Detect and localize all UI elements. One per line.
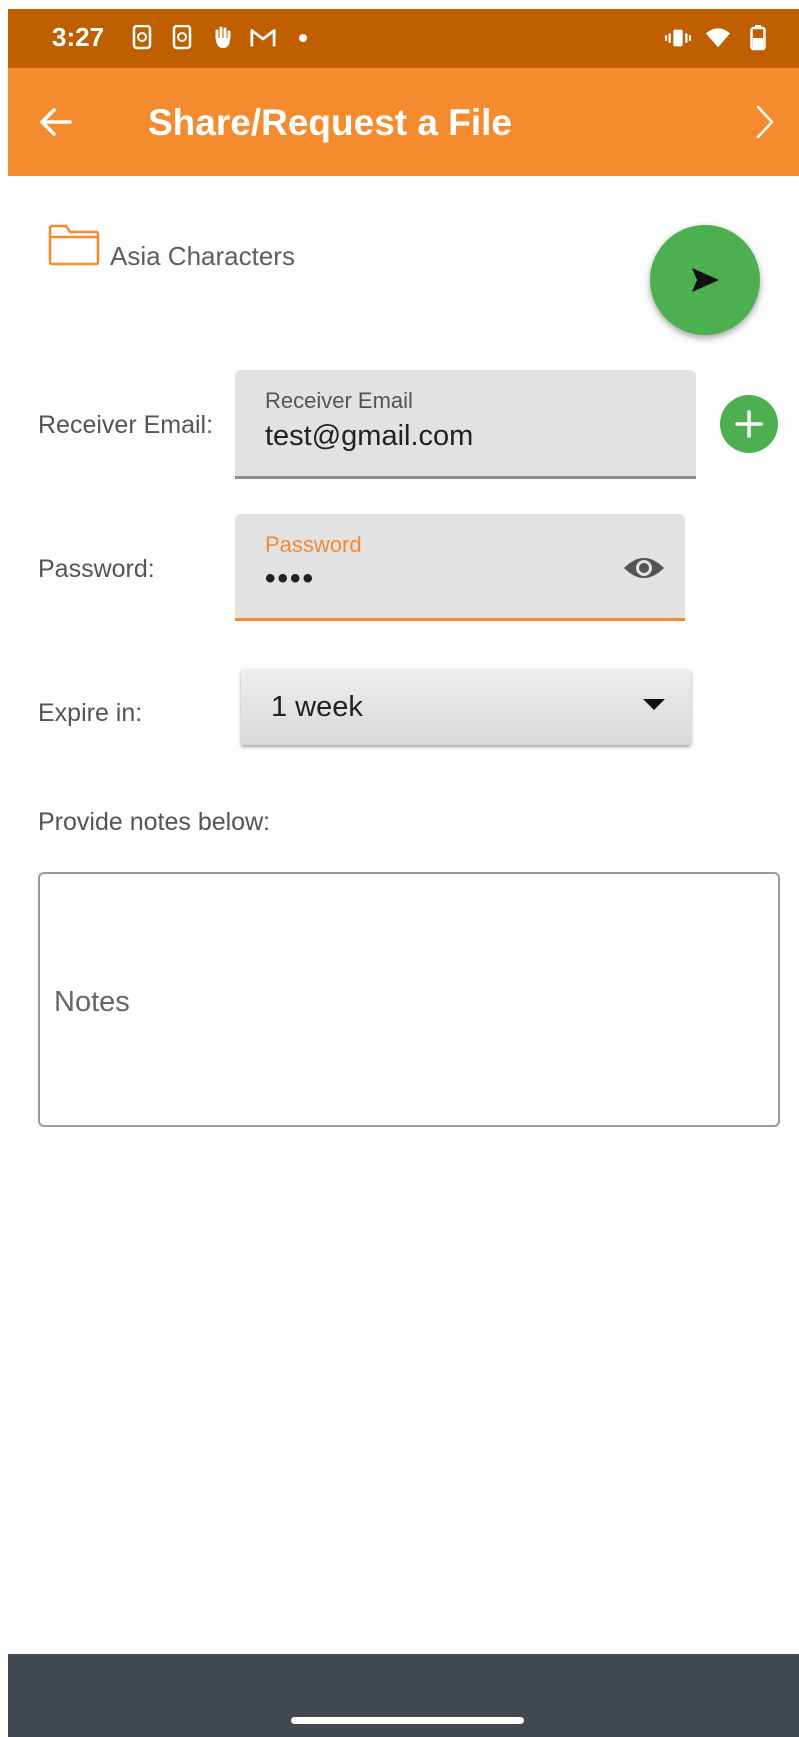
folder-icon [48,224,100,266]
password-field[interactable]: Password •••• [235,514,685,621]
password-floating-label: Password [265,532,362,557]
home-gesture-handle[interactable] [291,1717,524,1724]
expire-label: Expire in: [38,699,143,727]
receiver-email-floating-label: Receiver Email [265,388,413,413]
notes-label: Provide notes below: [38,808,271,836]
arrow-back-icon [40,108,72,136]
battery-icon [745,25,771,51]
notification-icons [130,25,316,51]
notes-placeholder: Notes [54,986,130,1018]
screen: 3:27 Share/Request a File Asia Character… [8,9,799,1737]
notes-input[interactable]: Notes [38,872,780,1127]
dropdown-arrow-icon [643,699,665,710]
password-value: •••• [265,562,316,595]
plus-icon [735,410,763,438]
folder-name: Asia Characters [110,241,295,271]
navigation-bar [8,1654,799,1737]
receiver-email-field[interactable]: Receiver Email test@gmail.com [235,370,696,479]
page-title: Share/Request a File [148,102,512,143]
phone-sync-icon [130,25,156,51]
password-label: Password: [38,555,155,583]
expire-selected-value: 1 week [271,691,363,723]
receiver-email-value: test@gmail.com [265,420,474,452]
send-button[interactable] [650,225,760,335]
chevron-right-icon [756,105,774,139]
dot-icon [290,25,316,51]
back-button[interactable] [32,98,80,146]
status-bar: 3:27 [8,9,799,68]
add-receiver-button[interactable] [720,395,778,453]
receiver-email-label: Receiver Email: [38,411,214,439]
send-icon [692,268,719,292]
hand-icon [210,25,236,51]
system-icons [665,25,771,51]
gmail-icon [250,25,276,51]
app-bar: Share/Request a File [8,68,799,176]
vibrate-icon [665,25,691,51]
toggle-password-visibility[interactable] [621,548,667,588]
wifi-icon [705,25,731,51]
next-button[interactable] [741,98,789,146]
eye-icon [624,558,664,578]
status-time: 3:27 [52,22,105,52]
phone-sync-icon [170,25,196,51]
expire-dropdown[interactable]: 1 week [241,669,691,745]
